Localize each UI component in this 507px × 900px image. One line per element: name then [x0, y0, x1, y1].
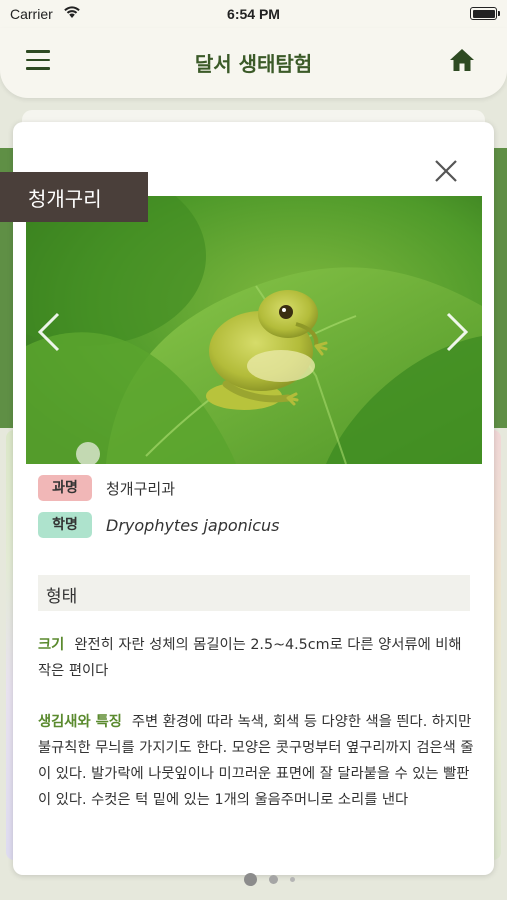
scientific-name-badge: 학명 — [38, 512, 92, 538]
species-name-tag: 청개구리 — [0, 172, 148, 222]
features-paragraph: 생김새와 특징 주변 환경에 따라 녹색, 회색 등 다양한 색을 띈다. 하지만… — [38, 709, 478, 813]
page-dot[interactable] — [269, 875, 278, 884]
status-bar: Carrier 6:54 PM — [0, 0, 507, 28]
scientific-name-value: Dryophytes japonicus — [106, 515, 280, 535]
battery-icon — [470, 7, 500, 20]
page-dot-active[interactable] — [244, 873, 257, 886]
family-badge: 과명 — [38, 475, 92, 501]
family-row: 과명 청개구리과 — [38, 475, 175, 501]
clock: 6:54 PM — [227, 6, 280, 22]
features-label: 생김새와 특징 — [38, 714, 122, 730]
page-dot[interactable] — [290, 877, 295, 882]
species-photo — [26, 196, 482, 464]
app-title: 달서 생태탐험 — [194, 52, 313, 76]
size-text: 완전히 자란 성체의 몸길이는 2.5~4.5cm로 다른 양서류에 비해 작은… — [38, 637, 462, 679]
next-photo-chevron-right-icon[interactable] — [444, 310, 472, 354]
section-title: 형태 — [38, 575, 470, 611]
app-header: 달서 생태탐험 — [0, 28, 507, 98]
page-indicator — [244, 873, 307, 886]
size-label: 크기 — [38, 637, 65, 653]
size-paragraph: 크기 완전히 자란 성체의 몸길이는 2.5~4.5cm로 다른 양서류에 비해 … — [38, 632, 478, 684]
previous-photo-chevron-left-icon[interactable] — [34, 310, 62, 354]
close-icon[interactable] — [431, 156, 461, 186]
scientific-name-row: 학명 Dryophytes japonicus — [38, 512, 280, 538]
family-value: 청개구리과 — [106, 479, 176, 498]
home-icon[interactable] — [449, 47, 475, 73]
